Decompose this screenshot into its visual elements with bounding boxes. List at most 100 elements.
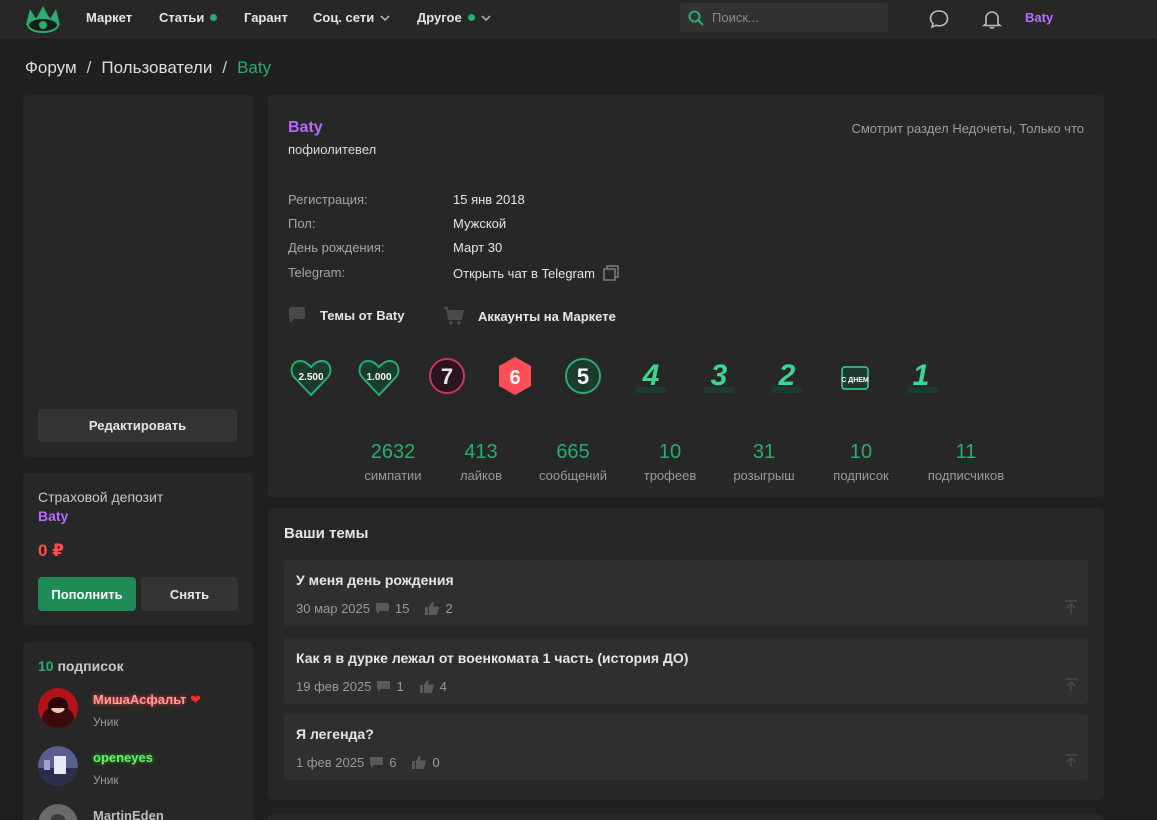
trophy-badge[interactable]: 3 xyxy=(696,353,742,399)
avatar[interactable] xyxy=(38,688,78,728)
subscription-item[interactable]: openeyes Уник xyxy=(38,746,238,790)
nav-social[interactable]: Соц. сети xyxy=(313,10,390,25)
trophy-badge[interactable]: 6 xyxy=(492,353,538,399)
subscription-item[interactable]: MartinEden xyxy=(38,804,238,820)
topic-item[interactable]: Как я в дурке лежал от военкомата 1 част… xyxy=(284,638,1088,704)
stat-label: розыгрыш xyxy=(733,468,795,483)
bell-icon[interactable] xyxy=(981,8,1003,30)
withdraw-button[interactable]: Снять xyxy=(141,577,238,611)
breadcrumb-users[interactable]: Пользователи xyxy=(101,58,212,78)
stat-trophies[interactable]: 10 трофеев xyxy=(625,441,715,483)
info-telegram: Telegram: Открыть чат в Telegram xyxy=(288,265,688,283)
info-birthday: День рождения: Март 30 xyxy=(288,240,688,258)
stat-followers[interactable]: 11 подписчиков xyxy=(921,441,1011,483)
topic-meta: 30 мар 2025 15 2 xyxy=(296,601,453,616)
copy-icon[interactable] xyxy=(603,265,619,281)
subscription-item[interactable]: МишаАсфальт ❤ Уник xyxy=(38,688,238,732)
top-navbar: Маркет Статьи Гарант Соц. сети Другое Ba… xyxy=(0,0,1157,38)
search-box[interactable] xyxy=(680,3,888,32)
trophy-badge[interactable]: 2 xyxy=(764,353,810,399)
topic-title[interactable]: Я легенда? xyxy=(296,726,374,742)
stat-giveaways[interactable]: 31 розыгрыш xyxy=(719,441,809,483)
like-icon xyxy=(419,680,434,693)
stat-label: трофеев xyxy=(643,468,697,483)
chevron-down-icon xyxy=(380,14,390,21)
avatar[interactable] xyxy=(38,804,78,820)
trophy-badge[interactable]: 2.500 xyxy=(288,353,334,399)
pin-top-icon[interactable] xyxy=(1064,754,1078,768)
info-label: Регистрация: xyxy=(288,192,368,207)
heart-icon: ❤ xyxy=(190,692,201,707)
stat-likes[interactable]: 413 лайков xyxy=(436,441,526,483)
stat-value: 11 xyxy=(955,441,977,463)
profile-activity[interactable]: Смотрит раздел Недочеты, Только что xyxy=(851,121,1084,136)
trophy-badge[interactable]: С ДНЕМ xyxy=(832,353,878,399)
topics-title: Ваши темы xyxy=(284,525,369,542)
info-value: Март 30 xyxy=(453,240,503,255)
profile-username[interactable]: Baty xyxy=(288,119,323,137)
telegram-link[interactable]: Открыть чат в Telegram xyxy=(453,266,595,281)
subscription-name[interactable]: МишаАсфальт ❤ xyxy=(93,692,201,708)
avatar[interactable] xyxy=(38,746,78,786)
info-value: 15 янв 2018 xyxy=(453,192,525,207)
subscriptions-panel: 10 подписок МишаАсфальт ❤ Уник openeyes … xyxy=(23,642,253,820)
new-dot-icon xyxy=(210,14,218,21)
stat-subscriptions[interactable]: 10 подписок xyxy=(816,441,906,483)
stat-value: 31 xyxy=(752,441,776,463)
info-label: Telegram: xyxy=(288,265,346,280)
nav-guarantor-label: Гарант xyxy=(244,10,288,25)
topup-button[interactable]: Пополнить xyxy=(38,577,136,611)
current-user-link[interactable]: Baty xyxy=(1025,10,1053,25)
user-topics-link[interactable]: Темы от Baty xyxy=(288,307,404,323)
topic-item[interactable]: У меня день рождения 30 мар 2025 15 2 xyxy=(284,560,1088,626)
breadcrumb-separator: / xyxy=(86,58,92,77)
topic-item[interactable]: Я легенда? 1 фев 2025 6 0 xyxy=(284,714,1088,780)
topic-title[interactable]: У меня день рождения xyxy=(296,572,454,588)
stat-label: подписок xyxy=(833,468,889,483)
topic-likes: 4 xyxy=(439,679,447,694)
subscription-name-text: openeyes xyxy=(93,750,153,765)
topic-replies: 6 xyxy=(389,755,397,770)
nav-other[interactable]: Другое xyxy=(417,10,491,25)
market-accounts-link[interactable]: Аккаунты на Маркете xyxy=(444,307,616,325)
subscriptions-title[interactable]: 10 подписок xyxy=(38,658,124,674)
nav-articles[interactable]: Статьи xyxy=(159,10,218,25)
trophy-label: С ДНЕМ xyxy=(841,377,869,384)
breadcrumb-separator: / xyxy=(222,58,228,77)
nav-guarantor[interactable]: Гарант xyxy=(244,10,288,25)
nav-market[interactable]: Маркет xyxy=(86,10,132,25)
stat-label: симпатии xyxy=(364,468,422,483)
chat-icon[interactable] xyxy=(928,8,950,30)
trophy-badge[interactable]: 1 xyxy=(900,353,946,399)
pin-top-icon[interactable] xyxy=(1064,678,1078,692)
subscription-name-text: MartinEden xyxy=(93,808,164,820)
search-input[interactable] xyxy=(712,10,872,25)
info-gender: Пол: Мужской xyxy=(288,216,688,234)
trophy-badge[interactable]: 4 xyxy=(628,353,674,399)
trophy-badge[interactable]: 7 xyxy=(424,353,470,399)
topic-meta: 1 фев 2025 6 0 xyxy=(296,755,440,770)
trophy-badge[interactable]: 1.000 xyxy=(356,353,402,399)
nav-market-label: Маркет xyxy=(86,10,133,25)
market-accounts-label: Аккаунты на Маркете xyxy=(478,308,616,324)
stat-label: лайков xyxy=(459,468,503,483)
breadcrumb-forum[interactable]: Форум xyxy=(25,58,77,78)
trophy-badge[interactable]: 5 xyxy=(560,353,606,399)
topic-replies: 15 xyxy=(395,601,410,616)
subscription-name[interactable]: MartinEden xyxy=(93,808,164,820)
info-value-telegram: Открыть чат в Telegram xyxy=(453,265,619,281)
topic-title[interactable]: Как я в дурке лежал от военкомата 1 част… xyxy=(296,650,688,666)
info-registration: Регистрация: 15 янв 2018 xyxy=(288,192,688,210)
deposit-user[interactable]: Baty xyxy=(38,508,68,524)
stat-sympathies[interactable]: 2632 симпатии xyxy=(348,441,438,483)
subscriptions-label: подписок xyxy=(53,658,124,674)
stat-value: 665 xyxy=(556,441,590,463)
edit-profile-button[interactable]: Редактировать xyxy=(38,409,237,442)
breadcrumb-current[interactable]: Baty xyxy=(237,58,271,78)
topic-replies: 1 xyxy=(396,679,404,694)
pin-top-icon[interactable] xyxy=(1064,600,1078,614)
nav-articles-label: Статьи xyxy=(159,10,205,25)
logo-icon[interactable] xyxy=(24,3,62,35)
subscription-name[interactable]: openeyes xyxy=(93,750,153,765)
stat-messages[interactable]: 665 сообщений xyxy=(528,441,618,483)
